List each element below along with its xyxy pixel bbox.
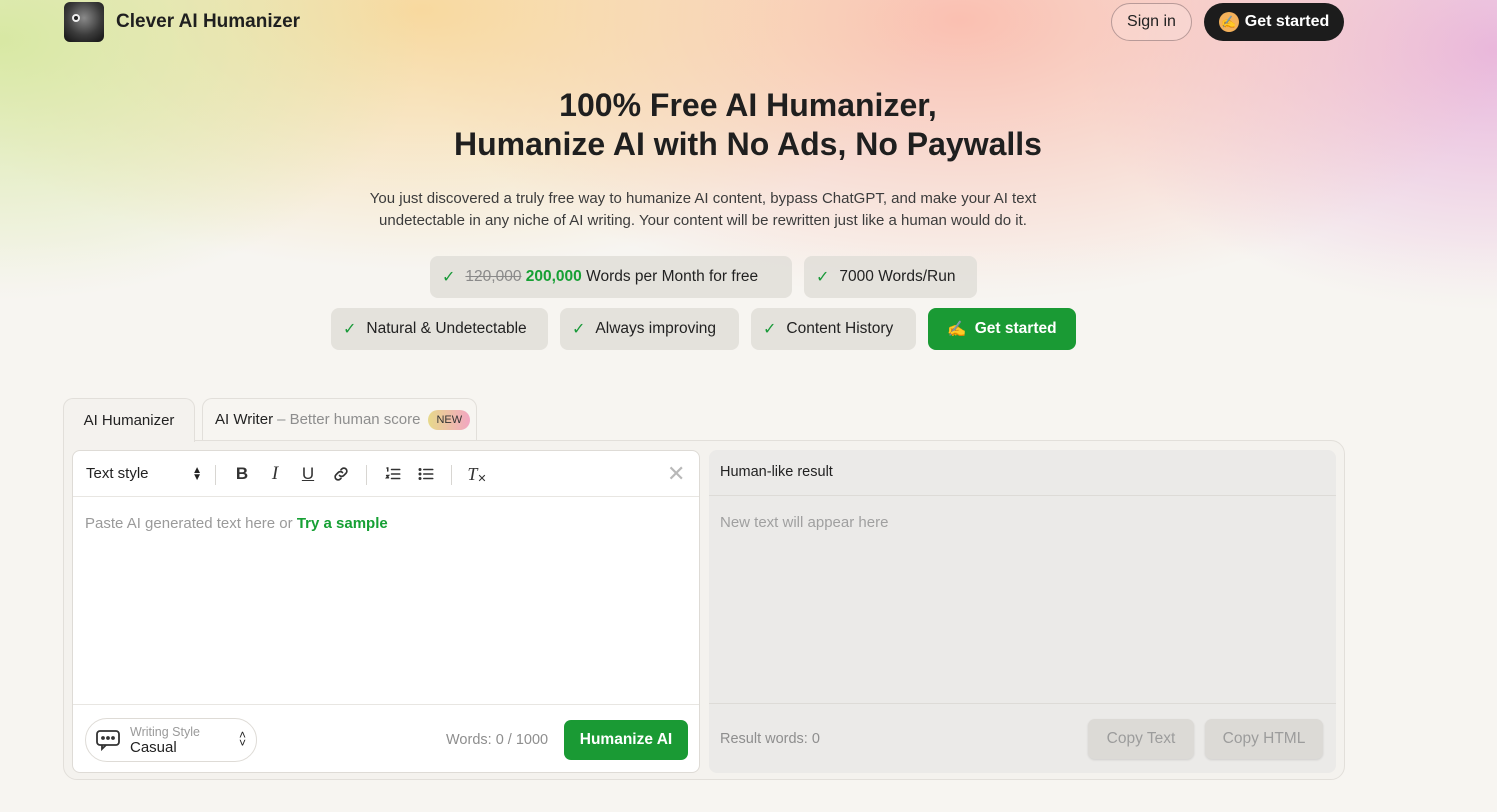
header-get-started-label: Get started [1244,13,1330,30]
hero-title: 100% Free AI Humanizer, Humanize AI with… [45,86,1451,164]
feature-pill-words-per-run: ✓ 7000 Words/Run [804,256,977,298]
word-count: Words: 0 / 1000 [446,732,549,748]
writing-style-caption: Writing Style [130,725,200,739]
bold-icon[interactable]: B [231,463,253,485]
hand-wave-icon: ✍ [1218,12,1239,32]
brand-logo[interactable] [64,2,104,42]
check-icon: ✓ [343,321,357,338]
hero-subtitle-line-1: You just discovered a truly free way to … [369,190,1037,207]
result-panel: Human-like result New text will appear h… [709,450,1336,773]
improving-text: Always improving [595,320,717,337]
hero-title-line-2: Humanize AI with No Ads, No Paywalls [454,126,1042,162]
clear-format-icon[interactable]: T ✕ [466,463,488,485]
hero-get-started-label: Get started [974,320,1057,337]
sign-in-button[interactable]: Sign in [1111,3,1192,41]
result-word-count: Result words: 0 [720,731,820,747]
natural-text: Natural & Undetectable [366,320,527,337]
logo-eye-icon [72,14,80,22]
input-editor: Text style ▲ ▼ B I U T ✕ ✕ Paste AI gene… [72,450,700,773]
input-placeholder[interactable]: Paste AI generated text here or Try a sa… [85,515,388,532]
copy-html-button[interactable]: Copy HTML [1205,719,1323,759]
old-words-value: 120,000 [465,268,522,285]
ordered-list-icon[interactable] [382,463,404,485]
brand-name[interactable]: Clever AI Humanizer [116,11,300,33]
hero-subtitle-line-2: undetectable in any niche of AI writing.… [379,212,1027,229]
chevron-up-down-icon: ˄ ˅ [238,728,246,750]
check-icon: ✓ [763,321,777,338]
writing-style-labels: Writing Style Casual [130,724,200,756]
words-per-month-text: 120,000 200,000 Words per Month for free [465,268,758,286]
new-badge: NEW [428,409,471,430]
check-icon: ✓ [572,321,586,338]
text-style-select[interactable]: Text style ▲ ▼ [86,465,202,482]
words-per-run-text: 7000 Words/Run [839,268,956,285]
try-sample-link[interactable]: Try a sample [297,515,388,532]
tab-ai-writer[interactable]: AI Writer – Better human score NEW [202,398,477,440]
toolbar-divider [215,465,216,485]
result-placeholder: New text will appear here [720,514,889,531]
chat-bubble-icon [94,726,122,754]
tab-ai-humanizer[interactable]: AI Humanizer [63,398,195,442]
hero-get-started-button[interactable]: ✍ Get started [928,308,1076,350]
italic-icon[interactable]: I [264,463,286,485]
toolbar-divider [366,465,367,485]
writing-style-value: Casual [130,739,177,756]
editor-footer: Writing Style Casual ˄ ˅ Words: 0 / 1000 … [73,704,699,772]
copy-text-button[interactable]: Copy Text [1088,719,1194,759]
close-icon[interactable]: ✕ [667,461,685,487]
header-get-started-button[interactable]: ✍ Get started [1204,3,1344,41]
bullet-list-icon[interactable] [415,463,437,485]
new-words-value: 200,000 [525,268,582,285]
feature-pill-history: ✓ Content History [751,308,916,350]
text-style-label: Text style [86,465,149,482]
writing-hand-icon: ✍ [947,320,967,338]
tab-ai-writer-label: AI Writer [215,411,274,428]
history-text: Content History [786,320,894,337]
check-icon: ✓ [816,269,830,286]
feature-pill-improving: ✓ Always improving [560,308,739,350]
select-chevron-icon: ▲ ▼ [192,464,202,483]
feature-pill-natural: ✓ Natural & Undetectable [331,308,548,350]
input-placeholder-text: Paste AI generated text here or [85,515,293,532]
hero-title-line-1: 100% Free AI Humanizer, [559,87,937,123]
editor-toolbar: Text style ▲ ▼ B I U T ✕ ✕ [73,451,699,497]
humanize-ai-button[interactable]: Humanize AI [564,720,688,760]
writing-style-select[interactable]: Writing Style Casual ˄ ˅ [85,718,257,762]
top-header: Clever AI Humanizer Sign in ✍ Get starte… [0,0,1497,44]
link-icon[interactable] [330,463,352,485]
result-title: Human-like result [709,450,1336,496]
words-per-month-suffix: Words per Month for free [586,268,759,285]
feature-pill-words-per-month: ✓ 120,000 200,000 Words per Month for fr… [430,256,792,298]
underline-icon[interactable]: U [297,463,319,485]
tab-ai-writer-suffix: – Better human score [277,411,421,428]
toolbar-divider [451,465,452,485]
result-footer: Result words: 0 Copy Text Copy HTML [709,703,1336,773]
check-icon: ✓ [442,269,456,286]
hero-subtitle: You just discovered a truly free way to … [330,188,1076,232]
